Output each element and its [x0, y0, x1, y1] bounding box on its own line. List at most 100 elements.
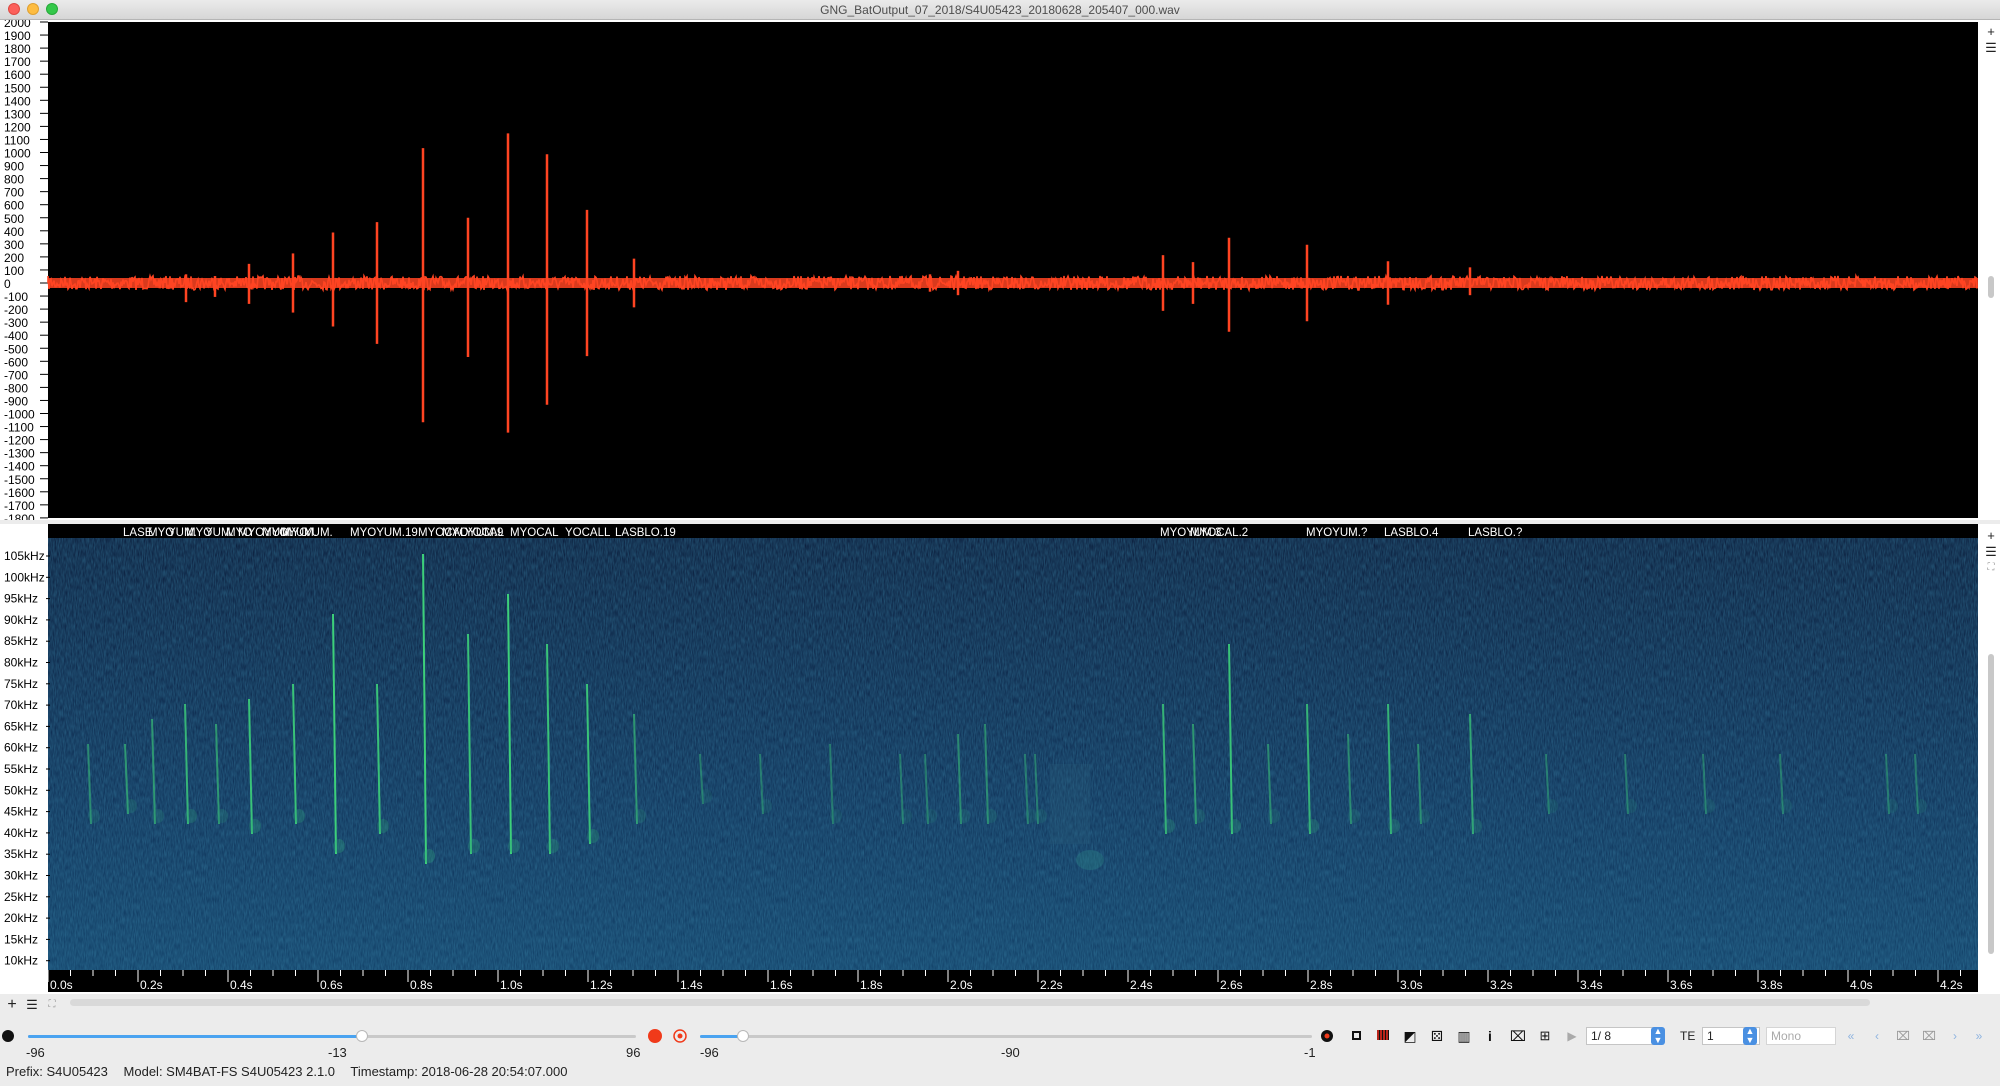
- threshold-slider[interactable]: [700, 1035, 1312, 1038]
- call-annotation-label: YOCAL: [465, 527, 505, 539]
- time-tick-label: 3.8s: [1760, 978, 1783, 992]
- bat-call-blob: [377, 819, 389, 833]
- stop-icon[interactable]: [1347, 1027, 1365, 1045]
- waveform-y-tick-label: 600: [4, 199, 24, 213]
- title-bar: GNG_BatOutput_07_2018/S4U05423_20180628_…: [0, 0, 2000, 20]
- bat-call-blob: [88, 809, 100, 823]
- threshold-slider-knob[interactable]: [736, 1030, 749, 1042]
- waveform-y-tick-label: -900: [4, 394, 28, 408]
- waveform-y-tick-label: 100: [4, 264, 24, 278]
- waveform-y-tick-label: -1700: [4, 499, 35, 513]
- controls-svg: [2, 1029, 1333, 1043]
- first-page-icon[interactable]: «: [1842, 1027, 1860, 1045]
- waveform-y-tick-label: 500: [4, 212, 24, 226]
- waveform-panel[interactable]: 200 0 1900 1800 1700 1600 1500 1400 1300 1200 1100…: [0, 16, 2000, 526]
- spectrogram-vertical-scrollbar[interactable]: [1988, 654, 1994, 954]
- controls-bar: -96 -13 96 -96 -90 -1 ◩ ⚄ ▥ i ⌧ ⊞ ▶ 1/ 8…: [0, 1018, 2000, 1066]
- horizontal-zoom-controls: + ☰ ⛶: [0, 995, 60, 1015]
- call-annotation-label: MYOCAL: [510, 527, 559, 539]
- bat-call-blob: [900, 809, 912, 823]
- bat-call-blob: [1703, 799, 1715, 813]
- freq-tick-label: 85kHz: [4, 634, 38, 648]
- waveform-y-tick-label: 1200: [4, 120, 31, 134]
- spectrogram-view-icon[interactable]: [1374, 1027, 1392, 1045]
- bat-call-blob: [1388, 819, 1400, 833]
- threshold-min-label: -96: [700, 1045, 719, 1060]
- freq-tick-label: 50kHz: [4, 783, 38, 797]
- next-call-icon[interactable]: ⌧: [1920, 1027, 1938, 1045]
- waveform-y-tick-label: -1000: [4, 408, 35, 422]
- freq-tick-label: 40kHz: [4, 826, 38, 840]
- info-icon[interactable]: i: [1481, 1027, 1499, 1045]
- time-tick-label: 0.0s: [50, 978, 73, 992]
- waveform-svg: 200 0 190018001700160015001400130012001100…: [4, 16, 1978, 526]
- play-from-start-icon[interactable]: [2, 1030, 14, 1042]
- time-tick-label: 0.2s: [140, 978, 163, 992]
- time-zoom-in-icon[interactable]: +: [6, 997, 18, 1013]
- bat-call-blob: [1348, 809, 1360, 823]
- columns-tool-icon[interactable]: ▥: [1455, 1027, 1473, 1045]
- record-icon[interactable]: [648, 1029, 662, 1043]
- waveform-y-tick-label: 1800: [4, 42, 31, 56]
- spectrogram-panel[interactable]: LASE MYO YUM. MYO YUM. MYO MYOYUM. MYOYUM. MYO YU…: [0, 524, 2000, 994]
- bat-call-blob: [1625, 799, 1637, 813]
- waveform-y-tick-label: -1800: [4, 512, 35, 520]
- waveform-y-axis: 200 0 190018001700160015001400130012001100…: [4, 16, 48, 526]
- te-value-stepper[interactable]: ▲ ▼: [1743, 1027, 1757, 1045]
- freq-tick-label: 65kHz: [4, 719, 38, 733]
- last-page-icon[interactable]: »: [1970, 1027, 1988, 1045]
- bat-call-blob: [249, 819, 261, 833]
- bat-call-blob: [958, 809, 970, 823]
- waveform-y-tick-label: 1400: [4, 94, 31, 108]
- waveform-y-tick-label: -1200: [4, 434, 35, 448]
- time-fit-icon[interactable]: ⛶: [46, 999, 58, 1011]
- waveform-vertical-scrollbar[interactable]: [1988, 276, 1994, 298]
- split-tool-icon[interactable]: ⌧: [1509, 1027, 1527, 1045]
- status-prefix: Prefix: S4U05423: [6, 1064, 108, 1079]
- spectrogram-zoom-out-icon[interactable]: ☰: [1985, 545, 1997, 558]
- waveform-y-tick-label: 1300: [4, 107, 31, 121]
- dice-tool-icon[interactable]: ⚄: [1428, 1027, 1446, 1045]
- waveform-y-tick-label: -500: [4, 342, 28, 356]
- time-zoom-out-icon[interactable]: ☰: [26, 998, 38, 1011]
- time-tick-label: 0.4s: [230, 978, 253, 992]
- page-counter-stepper[interactable]: ▲ ▼: [1651, 1027, 1665, 1045]
- previous-page-icon[interactable]: ‹: [1868, 1027, 1886, 1045]
- freq-tick-label: 70kHz: [4, 698, 38, 712]
- next-page-icon[interactable]: ▶: [1563, 1027, 1581, 1045]
- previous-call-icon[interactable]: ⌧: [1894, 1027, 1912, 1045]
- bat-call-blob: [125, 799, 137, 813]
- page-counter-field[interactable]: 1/ 8: [1586, 1027, 1660, 1045]
- call-annotation-label: YOCALL: [565, 527, 611, 539]
- time-tick-label: 4.0s: [1850, 978, 1873, 992]
- channel-select[interactable]: Mono: [1766, 1027, 1836, 1045]
- call-annotation-label: LASBLO.19: [615, 527, 676, 539]
- bat-call-blob: [1163, 819, 1175, 833]
- freq-tick-label: 105kHz: [4, 549, 45, 563]
- waveform-y-tick-label: -300: [4, 316, 28, 330]
- freq-tick-label: 75kHz: [4, 677, 38, 691]
- spectrogram-fit-icon[interactable]: ⛶: [1985, 562, 1997, 574]
- record-loop-dot: [677, 1033, 683, 1039]
- timeline-tool-icon[interactable]: ⊞: [1536, 1027, 1554, 1045]
- gain-slider[interactable]: [28, 1035, 636, 1038]
- waveform-zoom-out-icon[interactable]: ☰: [1985, 41, 1997, 54]
- slope-tool-icon[interactable]: ◩: [1401, 1027, 1419, 1045]
- waveform-y-tick-label: 400: [4, 225, 24, 239]
- time-tick-label: 2.6s: [1220, 978, 1243, 992]
- call-annotation-label: LASBLO.?: [1468, 527, 1522, 539]
- bat-call-blob: [1886, 799, 1898, 813]
- waveform-y-tick-label: 800: [4, 173, 24, 187]
- next-page-nav-icon[interactable]: ›: [1946, 1027, 1964, 1045]
- status-model: Model: SM4BAT-FS S4U05423 2.1.0: [123, 1064, 336, 1079]
- waveform-zoom-in-icon[interactable]: +: [1985, 25, 1997, 38]
- waveform-y-tick-label: -1500: [4, 473, 35, 487]
- time-tick-label: 3.6s: [1670, 978, 1693, 992]
- waveform-y-tick-label: 1700: [4, 55, 31, 69]
- spectrogram-zoom-column: + ☰ ⛶: [1982, 524, 2000, 994]
- spectrogram-zoom-in-icon[interactable]: +: [1985, 529, 1997, 542]
- horizontal-scrollbar[interactable]: [70, 999, 1870, 1006]
- threshold-max-label: -1: [1304, 1045, 1316, 1060]
- waveform-y-tick-label: 1600: [4, 68, 31, 82]
- waveform-background: [48, 22, 1978, 518]
